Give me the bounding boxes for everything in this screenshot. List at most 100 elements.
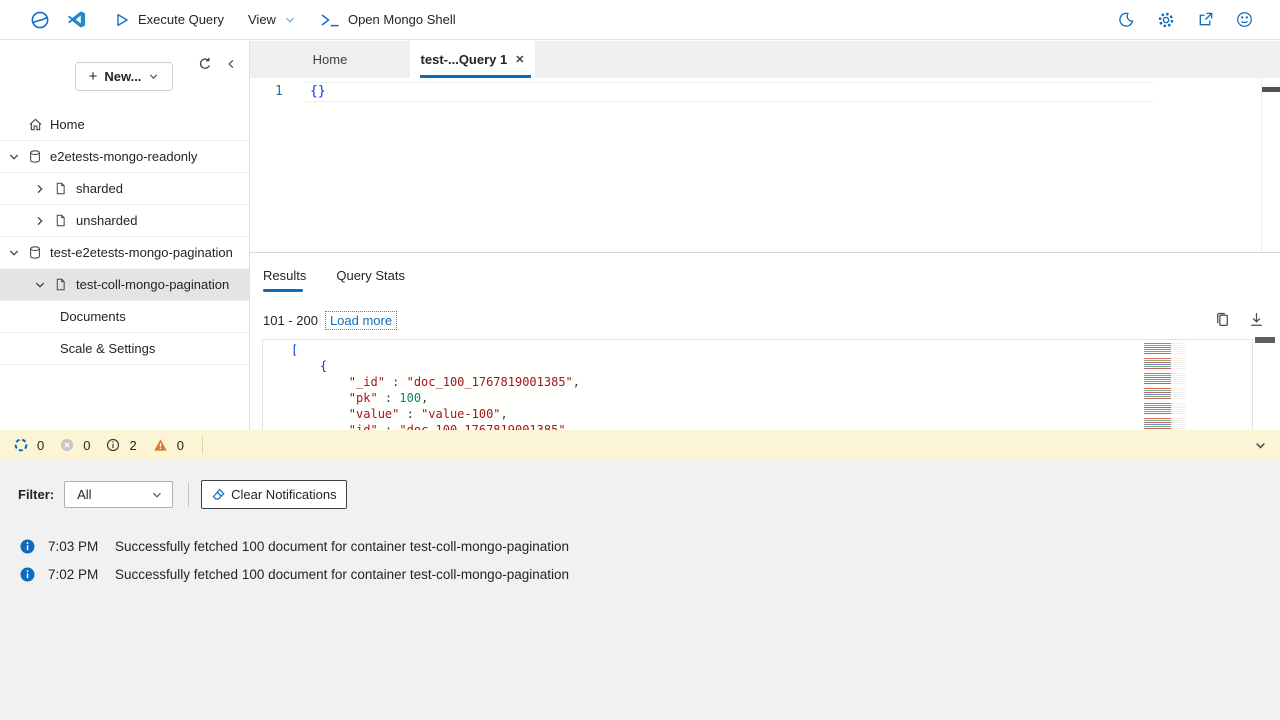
filter-dropdown[interactable]: All bbox=[64, 481, 173, 508]
open-in-new-window-button[interactable] bbox=[1195, 9, 1216, 30]
tab-query-label: test-...Query 1 bbox=[421, 52, 508, 67]
open-mongo-shell-label: Open Mongo Shell bbox=[348, 12, 456, 27]
settings-button[interactable] bbox=[1155, 9, 1177, 31]
json-line: { bbox=[291, 358, 580, 374]
bar-divider bbox=[202, 436, 203, 454]
status-in-progress-count: 0 bbox=[37, 438, 44, 453]
sidebar-item-documents[interactable]: Documents bbox=[0, 301, 249, 333]
results-json-editor[interactable]: [ { "_id" : "doc_100_1767819001385", "pk… bbox=[262, 339, 1253, 431]
results-panel: Results Query Stats 101 - 200 Load more bbox=[250, 252, 1280, 430]
notification-item: 7:02 PMSuccessfully fetched 100 document… bbox=[0, 560, 1280, 588]
sidebar-tree: Home e2etests-mongo-readonly shardedunshar… bbox=[0, 109, 249, 365]
new-button-label: New... bbox=[104, 69, 141, 84]
chevron-down-icon bbox=[148, 71, 159, 82]
status-in-progress[interactable]: 0 bbox=[14, 438, 44, 453]
tree-item-label: e2etests-mongo-readonly bbox=[50, 149, 197, 164]
theme-toggle-button[interactable] bbox=[1116, 9, 1137, 30]
collapse-console-button[interactable] bbox=[1254, 439, 1267, 452]
tree-item-label: Home bbox=[50, 117, 85, 132]
chevron-down-icon bbox=[284, 14, 296, 26]
moon-icon bbox=[1118, 11, 1135, 28]
refresh-tree-button[interactable] bbox=[196, 55, 214, 73]
filter-divider bbox=[188, 483, 189, 507]
download-results-button[interactable] bbox=[1246, 309, 1267, 330]
tab-results-label: Results bbox=[263, 268, 306, 283]
database-icon bbox=[28, 245, 43, 260]
sidebar-item-scale-settings[interactable]: Scale & Settings bbox=[0, 333, 249, 365]
copy-results-button[interactable] bbox=[1212, 309, 1233, 330]
tab-query[interactable]: test-...Query 1 ✕ bbox=[410, 41, 535, 78]
in-progress-icon bbox=[14, 438, 28, 452]
chevron-right-icon[interactable] bbox=[34, 215, 46, 227]
copy-icon bbox=[1214, 311, 1231, 328]
gear-icon bbox=[1157, 11, 1175, 29]
collection-icon bbox=[54, 213, 69, 228]
eraser-icon bbox=[211, 487, 226, 502]
feedback-button[interactable] bbox=[1234, 9, 1255, 30]
chevron-right-icon[interactable] bbox=[34, 183, 46, 195]
clear-notifications-button[interactable]: Clear Notifications bbox=[201, 480, 347, 509]
external-link-icon bbox=[1197, 11, 1214, 28]
collapse-sidebar-button[interactable] bbox=[224, 56, 239, 72]
notification-list: 7:03 PMSuccessfully fetched 100 document… bbox=[0, 532, 1280, 588]
editor-scrollbar-thumb[interactable] bbox=[1262, 87, 1280, 92]
sidebar-item-e2etests-mongo-readonly[interactable]: e2etests-mongo-readonly bbox=[0, 141, 249, 173]
tree-item-label: Scale & Settings bbox=[60, 341, 155, 356]
smiley-icon bbox=[1236, 11, 1253, 28]
status-error[interactable]: 0 bbox=[60, 438, 90, 453]
tree-item-label: test-e2etests-mongo-pagination bbox=[50, 245, 233, 260]
chevron-down-icon[interactable] bbox=[34, 279, 46, 291]
info-icon bbox=[106, 438, 120, 452]
results-minimap[interactable] bbox=[1144, 343, 1186, 429]
view-menu-button[interactable]: View bbox=[248, 12, 296, 27]
download-icon bbox=[1248, 311, 1265, 328]
load-more-link[interactable]: Load more bbox=[325, 311, 397, 330]
tab-home-label: Home bbox=[313, 52, 348, 67]
execute-query-label: Execute Query bbox=[138, 12, 224, 27]
collection-icon bbox=[54, 277, 69, 292]
tab-bar: Home test-...Query 1 ✕ bbox=[250, 41, 1280, 78]
json-line: "pk" : 100, bbox=[291, 390, 580, 406]
sidebar-item-home[interactable]: Home bbox=[0, 109, 249, 141]
vscode-icon[interactable] bbox=[67, 10, 86, 29]
query-text[interactable]: {} bbox=[310, 84, 326, 99]
notification-console-bar[interactable]: 0 0 2 0 bbox=[0, 430, 1280, 460]
tab-results[interactable]: Results bbox=[263, 268, 306, 292]
open-mongo-shell-button[interactable]: Open Mongo Shell bbox=[320, 12, 456, 28]
tab-home[interactable]: Home bbox=[250, 41, 410, 78]
plus-icon: + bbox=[89, 69, 98, 84]
chevron-down-icon[interactable] bbox=[8, 247, 20, 259]
view-label: View bbox=[248, 12, 276, 27]
new-button[interactable]: + New... bbox=[75, 62, 173, 91]
tree-item-label: test-coll-mongo-pagination bbox=[76, 277, 229, 292]
chevron-down-icon bbox=[151, 489, 163, 501]
sidebar-item-test-e2etests-mongo-pagination[interactable]: test-e2etests-mongo-pagination bbox=[0, 237, 249, 269]
sidebar-item-test-coll-mongo-pagination[interactable]: test-coll-mongo-pagination bbox=[0, 269, 249, 301]
error-icon bbox=[60, 438, 74, 452]
editor-minimap-divider bbox=[1261, 78, 1262, 252]
query-editor[interactable]: 1 {} bbox=[250, 78, 1280, 252]
play-icon bbox=[114, 12, 130, 28]
status-warning[interactable]: 0 bbox=[153, 438, 184, 453]
results-scrollbar-thumb[interactable] bbox=[1255, 337, 1275, 343]
tree-item-label: Documents bbox=[60, 309, 126, 324]
tab-query-stats[interactable]: Query Stats bbox=[336, 268, 405, 292]
status-info-count: 2 bbox=[129, 438, 136, 453]
status-cluster: 0 0 2 0 bbox=[0, 438, 200, 453]
notification-item: 7:03 PMSuccessfully fetched 100 document… bbox=[0, 532, 1280, 560]
notification-message: Successfully fetched 100 document for co… bbox=[115, 567, 569, 582]
execute-query-button[interactable]: Execute Query bbox=[114, 12, 224, 28]
notification-time: 7:02 PM bbox=[48, 567, 112, 582]
sidebar-item-sharded[interactable]: sharded bbox=[0, 173, 249, 205]
info-icon bbox=[20, 539, 35, 554]
chevron-down-icon[interactable] bbox=[8, 151, 20, 163]
filter-value: All bbox=[77, 487, 91, 502]
notification-message: Successfully fetched 100 document for co… bbox=[115, 539, 569, 554]
top-toolbar: Execute Query View Open Mongo Shell bbox=[0, 0, 1280, 40]
status-info[interactable]: 2 bbox=[106, 438, 136, 453]
tab-query-stats-label: Query Stats bbox=[336, 268, 405, 283]
sidebar-item-unsharded[interactable]: unsharded bbox=[0, 205, 249, 237]
close-icon[interactable]: ✕ bbox=[515, 53, 524, 66]
notifications-panel: Filter: All Clear Notifications 7:03 PMS… bbox=[0, 460, 1280, 720]
clear-notifications-label: Clear Notifications bbox=[231, 487, 337, 502]
